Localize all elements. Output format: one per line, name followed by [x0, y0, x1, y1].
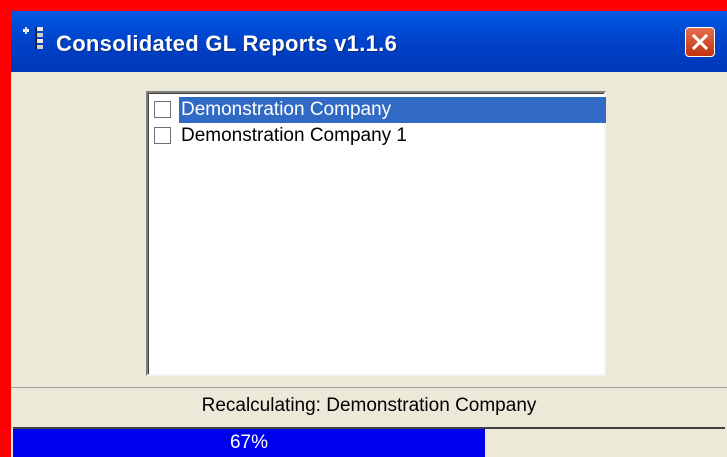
list-item[interactable]: Demonstration Company — [151, 97, 606, 123]
item-checkbox[interactable] — [154, 127, 171, 144]
item-checkbox[interactable] — [154, 101, 171, 118]
app-icon — [23, 27, 45, 53]
status-text: Recalculating: Demonstration Company — [201, 395, 537, 416]
item-label: Demonstration Company 1 — [181, 125, 407, 146]
window-title: Consolidated GL Reports v1.1.6 — [56, 31, 398, 56]
list-item[interactable]: Demonstration Company 1 — [151, 123, 606, 149]
client-area: Demonstration Company Demonstration Comp… — [11, 72, 727, 457]
title-bar[interactable]: Consolidated GL Reports v1.1.6 — [11, 11, 727, 72]
progress-bar: 67% — [13, 427, 725, 457]
app-window: Consolidated GL Reports v1.1.6 Demonstra… — [11, 11, 727, 457]
company-listbox[interactable]: Demonstration Company Demonstration Comp… — [146, 91, 606, 376]
item-label: Demonstration Company — [179, 97, 606, 123]
close-icon — [691, 33, 709, 51]
close-button[interactable] — [685, 27, 715, 57]
status-bar: Recalculating: Demonstration Company — [11, 387, 727, 423]
progress-label: 67% — [229, 432, 269, 453]
